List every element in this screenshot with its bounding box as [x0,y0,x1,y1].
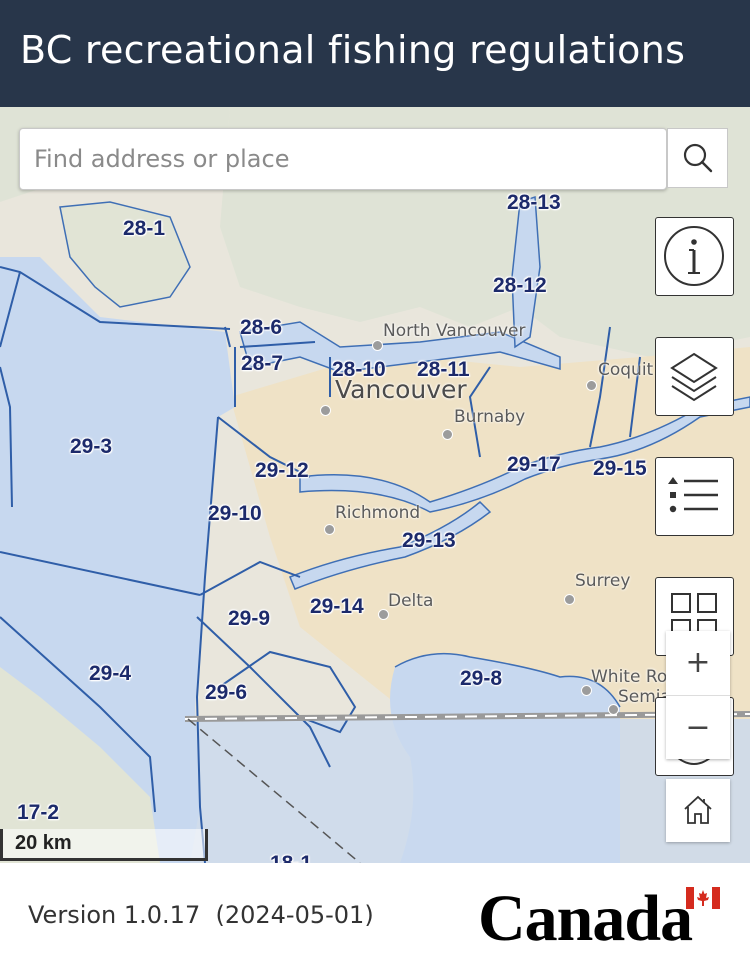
place-surrey: Surrey [575,571,631,591]
zone-label[interactable]: 29-14 [310,595,364,619]
scale-label: 20 km [15,832,72,854]
zone-label[interactable]: 28-11 [417,358,470,382]
place-white-rock: White Roc [591,667,677,687]
canada-flag-icon [686,887,720,909]
zoom-control: + − [666,631,730,759]
zone-label[interactable]: 28-12 [493,274,547,298]
app-header: BC recreational fishing regulations [0,0,750,107]
place-dot [324,524,335,535]
search-icon [683,143,713,173]
zone-label[interactable]: 29-4 [89,662,131,686]
zoom-out-button[interactable]: − [666,695,730,759]
zone-label[interactable]: 28-1 [123,217,165,241]
zone-label[interactable]: 28-10 [332,358,386,382]
zone-label[interactable]: 29-12 [255,459,309,483]
legend-button[interactable] [655,457,734,536]
place-dot [586,380,597,391]
zone-label[interactable]: 29-3 [70,435,112,459]
canada-wordmark[interactable]: Canada [478,881,693,957]
zone-label[interactable]: 29-10 [208,502,262,526]
place-coquitlam: Coquit [598,360,654,380]
home-button[interactable] [666,779,730,842]
zone-label[interactable]: 18-1 [270,852,312,863]
scale-bar: 20 km [0,829,208,861]
zone-label[interactable]: 29-9 [228,607,270,631]
zone-label[interactable]: 29-17 [507,453,561,477]
home-icon [684,795,712,824]
zone-label[interactable]: 29-15 [593,457,647,481]
info-button[interactable] [655,217,734,296]
zone-label[interactable]: 29-6 [205,681,247,705]
search-input[interactable] [34,129,654,189]
zone-label[interactable]: 17-2 [17,801,59,825]
zone-label[interactable]: 29-13 [402,529,456,553]
zone-label[interactable]: 28-7 [241,352,283,376]
search-button[interactable] [667,128,728,188]
layers-button[interactable] [655,337,734,416]
place-delta: Delta [388,591,434,611]
place-dot [564,594,575,605]
zone-label[interactable]: 29-8 [460,667,502,691]
zone-label[interactable]: 28-13 [507,191,561,215]
search-box[interactable] [19,128,667,190]
map-canvas[interactable] [0,107,750,863]
info-icon [664,226,724,286]
app-title: BC recreational fishing regulations [20,28,686,72]
place-richmond: Richmond [335,503,421,523]
list-icon [668,477,718,513]
zone-label[interactable]: 28-6 [240,316,282,340]
place-burnaby: Burnaby [454,407,526,427]
version-text: Version 1.0.17 (2024-05-01) [28,901,374,929]
place-dot [372,340,383,351]
place-dot [320,405,331,416]
zoom-in-button[interactable]: + [666,631,730,694]
place-dot [442,429,453,440]
layers-icon [670,352,718,402]
app-footer: Version 1.0.17 (2024-05-01) Canada [0,863,750,965]
map-view[interactable]: North Vancouver Vancouver Burnaby Coquit… [0,107,750,863]
place-north-vancouver: North Vancouver [383,321,526,341]
